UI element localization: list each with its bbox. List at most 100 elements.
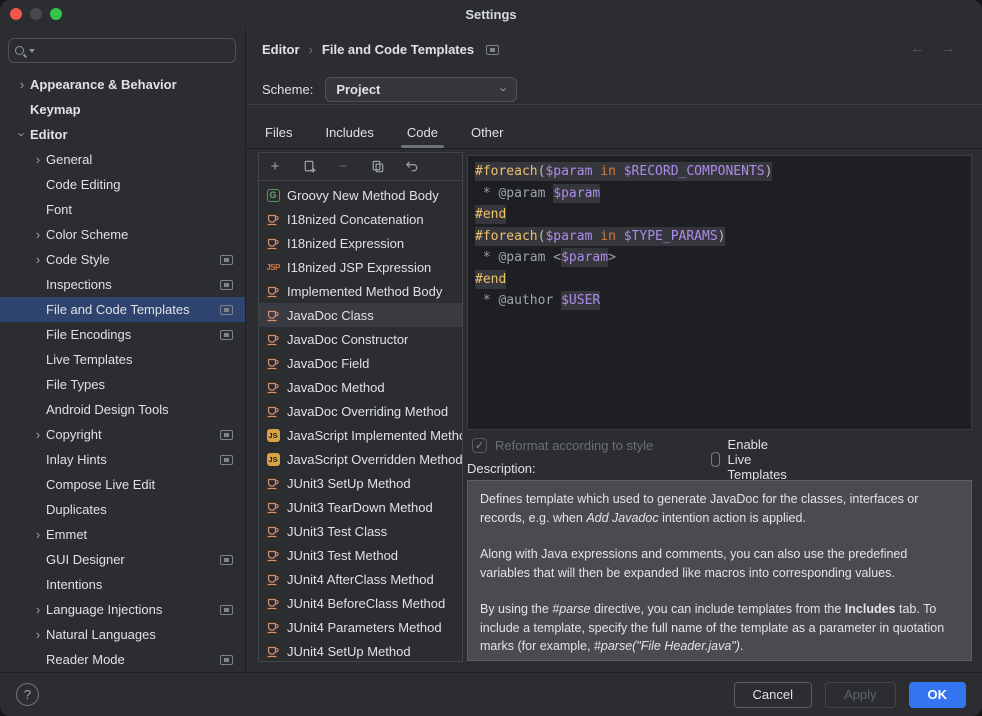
template-item-groovy-new-method-body[interactable]: GGroovy New Method Body — [259, 183, 462, 207]
chevron-right-icon[interactable]: › — [30, 602, 46, 617]
enable-live-templates-checkbox[interactable]: Enable Live Templates — [711, 437, 793, 482]
settings-window: Settings ›Appearance & Behavior›Keymap›E… — [0, 0, 982, 716]
tab-includes[interactable]: Includes — [322, 116, 376, 148]
template-item-javadoc-field[interactable]: JavaDoc Field — [259, 351, 462, 375]
search-field[interactable] — [8, 38, 236, 63]
scheme-select[interactable]: Project › — [325, 77, 517, 102]
help-button[interactable]: ? — [16, 683, 39, 706]
tab-code[interactable]: Code — [404, 116, 441, 148]
forward-button[interactable]: → — [941, 40, 956, 57]
tab-other[interactable]: Other — [468, 116, 507, 148]
sidebar-item-editor[interactable]: ›Editor — [0, 122, 245, 147]
sidebar-item-appearance-behavior[interactable]: ›Appearance & Behavior — [0, 72, 245, 97]
sidebar-item-language-injections[interactable]: ›Language Injections — [0, 597, 245, 622]
java-file-icon — [265, 499, 281, 515]
chevron-right-icon[interactable]: › — [30, 227, 46, 242]
template-item-junit4-parameters-method[interactable]: JUnit4 Parameters Method — [259, 615, 462, 639]
template-item-junit3-setup-method[interactable]: JUnit3 SetUp Method — [259, 471, 462, 495]
screen-settings-icon — [220, 430, 233, 440]
sidebar-item-intentions[interactable]: ›Intentions — [0, 572, 245, 597]
template-item-junit4-afterclass-method[interactable]: JUnit4 AfterClass Method — [259, 567, 462, 591]
template-item-javadoc-constructor[interactable]: JavaDoc Constructor — [259, 327, 462, 351]
template-editor[interactable]: #foreach($param in $RECORD_COMPONENTS) *… — [467, 155, 972, 430]
sidebar-item-compose-live-edit[interactable]: ›Compose Live Edit — [0, 472, 245, 497]
search-input[interactable] — [41, 43, 229, 58]
template-item-label: JUnit3 SetUp Method — [287, 476, 411, 491]
sidebar-item-keymap[interactable]: ›Keymap — [0, 97, 245, 122]
cancel-button[interactable]: Cancel — [734, 682, 812, 708]
template-item-javascript-implemented-method[interactable]: JSJavaScript Implemented Method — [259, 423, 462, 447]
reformat-checkbox[interactable]: ✓ Reformat according to style — [472, 437, 653, 453]
chevron-right-icon[interactable]: › — [30, 527, 46, 542]
description-panel[interactable]: Defines template which used to generate … — [467, 480, 972, 661]
remove-template-button[interactable]: − — [335, 159, 351, 175]
template-item-label: JUnit3 Test Class — [287, 524, 387, 539]
sidebar-item-font[interactable]: ›Font — [0, 197, 245, 222]
apply-button[interactable]: Apply — [825, 682, 896, 708]
template-item-javadoc-method[interactable]: JavaDoc Method — [259, 375, 462, 399]
sidebar-item-label: Natural Languages — [46, 627, 156, 642]
breadcrumb-current: File and Code Templates — [322, 42, 474, 57]
template-item-javascript-overridden-method[interactable]: JSJavaScript Overridden Method — [259, 447, 462, 471]
sidebar-item-code-editing[interactable]: ›Code Editing — [0, 172, 245, 197]
sidebar-item-color-scheme[interactable]: ›Color Scheme — [0, 222, 245, 247]
template-item-javadoc-overriding-method[interactable]: JavaDoc Overriding Method — [259, 399, 462, 423]
sidebar-item-label: GUI Designer — [46, 552, 125, 567]
template-item-i18nized-concatenation[interactable]: I18nized Concatenation — [259, 207, 462, 231]
chevron-right-icon[interactable]: › — [30, 627, 46, 642]
java-file-icon — [265, 379, 281, 395]
chevron-right-icon[interactable]: › — [30, 252, 46, 267]
code-line: * @author $USER — [475, 290, 964, 312]
search-options-caret-icon[interactable] — [29, 49, 35, 53]
sidebar-item-inspections[interactable]: ›Inspections — [0, 272, 245, 297]
zoom-button[interactable] — [50, 8, 62, 20]
sidebar-item-live-templates[interactable]: ›Live Templates — [0, 347, 245, 372]
template-item-junit3-teardown-method[interactable]: JUnit3 TearDown Method — [259, 495, 462, 519]
code-token: #foreach — [475, 162, 538, 181]
sidebar-item-file-and-code-templates[interactable]: ›File and Code Templates — [0, 297, 245, 322]
sidebar-item-inlay-hints[interactable]: ›Inlay Hints — [0, 447, 245, 472]
chevron-right-icon[interactable]: › — [30, 152, 46, 167]
reset-to-default-button[interactable] — [403, 159, 419, 175]
add-template-button[interactable]: + — [267, 159, 283, 175]
sidebar-item-gui-designer[interactable]: ›GUI Designer — [0, 547, 245, 572]
template-list[interactable]: GGroovy New Method BodyI18nized Concaten… — [259, 181, 462, 663]
copy-plus-icon — [302, 159, 317, 174]
template-item-junit4-setup-method[interactable]: JUnit4 SetUp Method — [259, 639, 462, 663]
sidebar-item-code-style[interactable]: ›Code Style — [0, 247, 245, 272]
template-list-panel: + − GGroovy New Method BodyI18nized Conca… — [258, 152, 463, 662]
breadcrumb-parent[interactable]: Editor — [262, 42, 300, 57]
template-item-i18nized-jsp-expression[interactable]: JSPI18nized JSP Expression — [259, 255, 462, 279]
template-item-junit3-test-class[interactable]: JUnit3 Test Class — [259, 519, 462, 543]
code-line: #foreach($param in $RECORD_COMPONENTS) — [475, 161, 964, 183]
tab-files[interactable]: Files — [262, 116, 295, 148]
sidebar-item-duplicates[interactable]: ›Duplicates — [0, 497, 245, 522]
jsp-file-icon: JSP — [265, 259, 281, 275]
chevron-down-icon[interactable]: › — [15, 127, 30, 143]
template-item-junit4-beforeclass-method[interactable]: JUnit4 BeforeClass Method — [259, 591, 462, 615]
minimize-button[interactable] — [30, 8, 42, 20]
template-item-junit3-test-method[interactable]: JUnit3 Test Method — [259, 543, 462, 567]
template-item-i18nized-expression[interactable]: I18nized Expression — [259, 231, 462, 255]
back-button[interactable]: ← — [910, 40, 925, 57]
template-item-implemented-method-body[interactable]: Implemented Method Body — [259, 279, 462, 303]
template-item-label: JUnit3 TearDown Method — [287, 500, 433, 515]
sidebar-item-reader-mode[interactable]: ›Reader Mode — [0, 647, 245, 672]
ok-button[interactable]: OK — [909, 682, 967, 708]
sidebar-item-natural-languages[interactable]: ›Natural Languages — [0, 622, 245, 647]
chevron-right-icon[interactable]: › — [14, 77, 30, 92]
create-child-template-button[interactable] — [301, 159, 317, 175]
chevron-right-icon[interactable]: › — [30, 427, 46, 442]
screen-settings-icon — [220, 305, 233, 315]
groovy-file-icon: G — [265, 187, 281, 203]
sidebar-item-copyright[interactable]: ›Copyright — [0, 422, 245, 447]
sidebar-item-file-encodings[interactable]: ›File Encodings — [0, 322, 245, 347]
sidebar-item-android-design-tools[interactable]: ›Android Design Tools — [0, 397, 245, 422]
close-button[interactable] — [10, 8, 22, 20]
sidebar-item-file-types[interactable]: ›File Types — [0, 372, 245, 397]
copy-template-button[interactable] — [369, 159, 385, 175]
sidebar-item-general[interactable]: ›General — [0, 147, 245, 172]
sidebar-item-emmet[interactable]: ›Emmet — [0, 522, 245, 547]
sidebar-item-label: Code Editing — [46, 177, 120, 192]
template-item-javadoc-class[interactable]: JavaDoc Class — [259, 303, 462, 327]
